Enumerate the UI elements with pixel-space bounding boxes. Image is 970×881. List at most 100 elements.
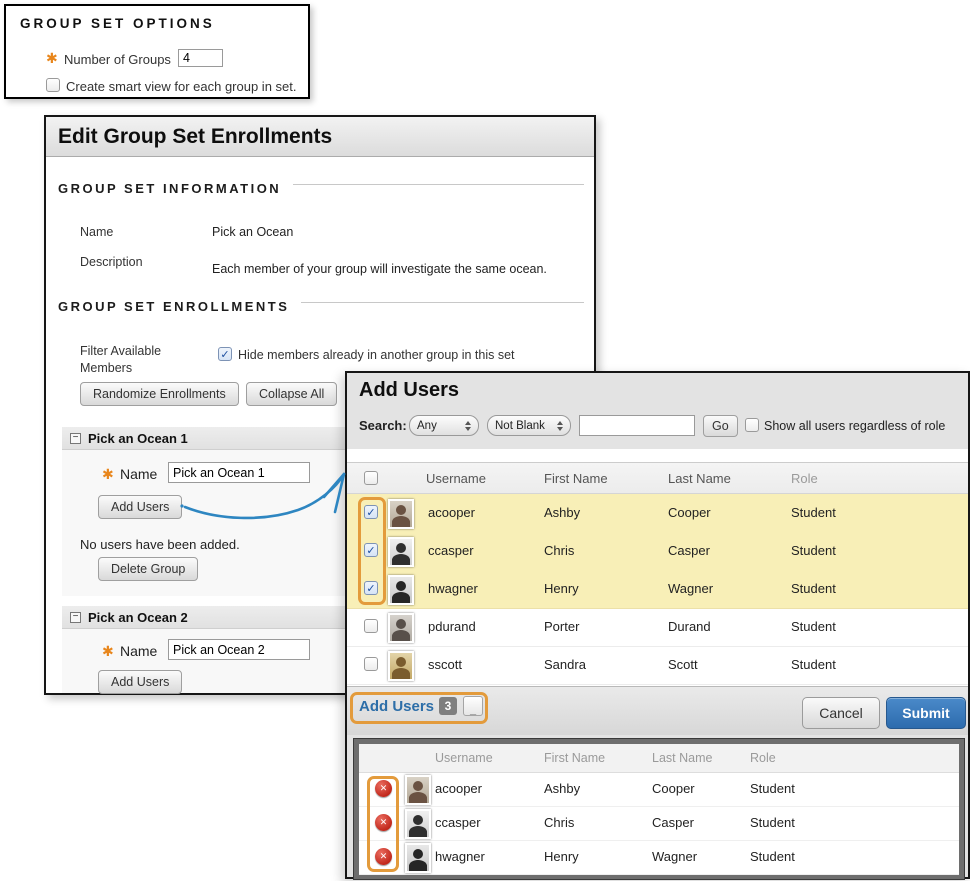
- show-all-users-checkbox[interactable]: [745, 418, 759, 432]
- group1-title: Pick an Ocean 1: [88, 431, 188, 446]
- collapse-minus-icon[interactable]: −: [70, 433, 81, 444]
- enrollments-section-heading: GROUP SET ENROLLMENTS: [58, 299, 289, 314]
- remove-user-icon[interactable]: ✕: [375, 814, 392, 831]
- cell-username: hwagner: [428, 581, 478, 596]
- hide-members-checkbox[interactable]: ✓: [218, 347, 232, 361]
- cell-first-name: Chris: [544, 543, 574, 558]
- x-glyph: ✕: [380, 783, 388, 794]
- col-last-name: Last Name: [652, 751, 712, 765]
- number-of-groups-label: Number of Groups: [64, 52, 171, 67]
- page: GROUP SET OPTIONS ✱ Number of Groups Cre…: [0, 0, 970, 881]
- cell-role: Student: [750, 815, 795, 830]
- group1-delete-button[interactable]: Delete Group: [98, 557, 198, 581]
- description-value: Each member of your group will investiga…: [212, 262, 547, 276]
- edit-panel-header: Edit Group Set Enrollments: [46, 117, 594, 157]
- selected-row: ✕ hwagner Henry Wagner Student: [359, 840, 959, 875]
- cell-role: Student: [750, 849, 795, 864]
- dropdown-arrows-icon: [465, 421, 471, 431]
- name-label: Name: [80, 225, 113, 239]
- smart-view-label: Create smart view for each group in set.: [66, 79, 297, 94]
- search-input[interactable]: [579, 415, 695, 436]
- collapse-all-button[interactable]: Collapse All: [246, 382, 337, 406]
- cell-username: ccasper: [435, 815, 481, 830]
- select-all-checkbox[interactable]: [364, 471, 378, 485]
- cell-last-name: Wagner: [668, 581, 713, 596]
- collapse-minus-icon[interactable]: −: [70, 612, 81, 623]
- table-row: ✓ hwagner Henry Wagner Student: [347, 570, 968, 609]
- group1-name-input[interactable]: [168, 462, 310, 483]
- cell-username: ccasper: [428, 543, 474, 558]
- section-divider: [301, 302, 584, 303]
- submit-button[interactable]: Submit: [886, 697, 966, 729]
- table-row: pdurand Porter Durand Student: [347, 608, 968, 647]
- remove-user-icon[interactable]: ✕: [375, 780, 392, 797]
- cell-first-name: Henry: [544, 849, 579, 864]
- group1-name-label: Name: [120, 466, 157, 482]
- cell-first-name: Porter: [544, 619, 579, 634]
- table-row: ✓ ccasper Chris Casper Student: [347, 532, 968, 571]
- check-icon: ✓: [366, 582, 375, 595]
- avatar: [405, 809, 431, 839]
- search-operator-value: Not Blank: [495, 420, 545, 432]
- cell-username: acooper: [435, 781, 482, 796]
- footer-add-users-label: Add Users: [359, 698, 434, 715]
- cell-role: Student: [791, 505, 836, 520]
- cell-role: Student: [791, 581, 836, 596]
- number-of-groups-input[interactable]: [178, 49, 223, 67]
- table-row: ✓ acooper Ashby Cooper Student: [347, 494, 968, 533]
- avatar: [388, 575, 414, 605]
- filter-available-members-label: Filter Available Members: [80, 343, 180, 377]
- collapse-section-button[interactable]: _: [463, 696, 483, 716]
- search-operator-select[interactable]: Not Blank: [487, 415, 571, 436]
- group2-title: Pick an Ocean 2: [88, 610, 188, 625]
- enrollments-section-heading-row: GROUP SET ENROLLMENTS: [58, 299, 584, 314]
- col-role: Role: [791, 471, 818, 486]
- avatar: [388, 537, 414, 567]
- cell-last-name: Cooper: [668, 505, 711, 520]
- cell-first-name: Ashby: [544, 505, 580, 520]
- smart-view-checkbox[interactable]: [46, 78, 60, 92]
- cell-last-name: Durand: [668, 619, 711, 634]
- description-label: Description: [80, 255, 143, 269]
- selected-users-panel: Username First Name Last Name Role ✕ aco…: [354, 739, 964, 879]
- row-checkbox[interactable]: [364, 619, 378, 633]
- x-glyph: ✕: [380, 817, 388, 828]
- group2-add-users-button[interactable]: Add Users: [98, 670, 182, 694]
- go-button[interactable]: Go: [703, 415, 738, 437]
- col-username: Username: [426, 471, 486, 486]
- group1-empty-text: No users have been added.: [80, 537, 240, 552]
- row-checkbox[interactable]: ✓: [364, 505, 378, 519]
- info-section-heading-row: GROUP SET INFORMATION: [58, 181, 584, 196]
- col-username: Username: [435, 751, 493, 765]
- search-field-value: Any: [417, 420, 437, 432]
- cell-last-name: Scott: [668, 657, 698, 672]
- row-checkbox[interactable]: [364, 657, 378, 671]
- randomize-enrollments-button[interactable]: Randomize Enrollments: [80, 382, 239, 406]
- search-label: Search:: [359, 418, 407, 433]
- cell-first-name: Sandra: [544, 657, 586, 672]
- cell-role: Student: [791, 543, 836, 558]
- cell-username: pdurand: [428, 619, 476, 634]
- cell-role: Student: [750, 781, 795, 796]
- row-checkbox[interactable]: ✓: [364, 543, 378, 557]
- group1-add-users-button[interactable]: Add Users: [98, 495, 182, 519]
- table-header-row: Username First Name Last Name Role: [347, 462, 968, 494]
- row-checkbox[interactable]: ✓: [364, 581, 378, 595]
- col-role: Role: [750, 751, 776, 765]
- avatar: [405, 843, 431, 873]
- show-all-users-label: Show all users regardless of role: [764, 419, 945, 433]
- cell-role: Student: [791, 619, 836, 634]
- name-value: Pick an Ocean: [212, 225, 293, 239]
- cell-first-name: Henry: [544, 581, 579, 596]
- remove-user-icon[interactable]: ✕: [375, 848, 392, 865]
- dialog-title: Add Users: [359, 379, 459, 402]
- search-field-select[interactable]: Any: [409, 415, 479, 436]
- table-area: Username First Name Last Name Role ✓ aco…: [347, 449, 968, 686]
- check-icon: ✓: [366, 506, 375, 519]
- info-section-heading: GROUP SET INFORMATION: [58, 181, 281, 196]
- edit-panel-title: Edit Group Set Enrollments: [58, 125, 332, 149]
- cancel-button[interactable]: Cancel: [802, 697, 880, 729]
- cell-username: hwagner: [435, 849, 485, 864]
- cell-username: acooper: [428, 505, 475, 520]
- group2-name-input[interactable]: [168, 639, 310, 660]
